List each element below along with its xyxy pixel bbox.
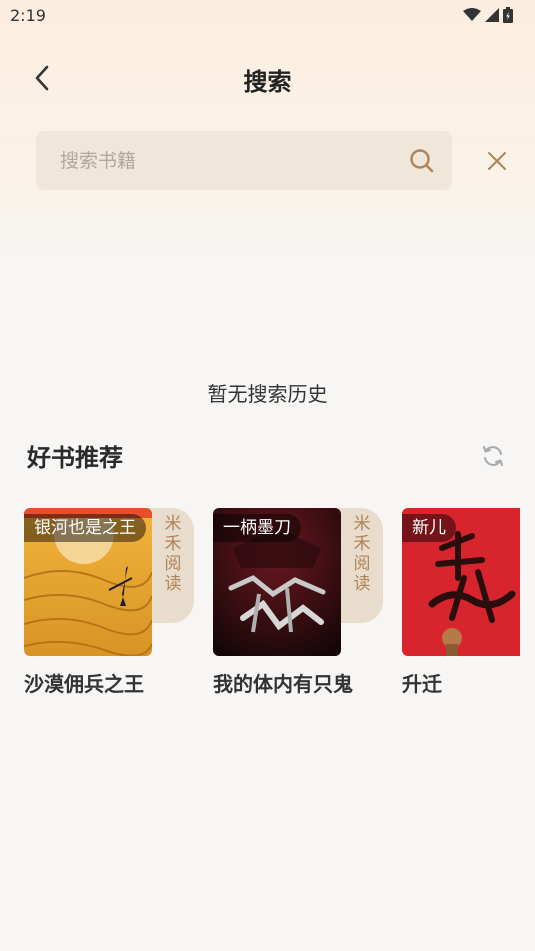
status-time: 2:19 xyxy=(10,5,46,25)
search-page: 2:19 搜索 搜索书籍 暂无搜索历史 好书推荐 米 禾 阅 读 银河也是之王 … xyxy=(0,0,535,951)
tag-char: 禾 xyxy=(353,534,371,554)
battery-icon xyxy=(503,7,513,23)
refresh-icon xyxy=(483,446,503,466)
status-bar: 2:19 xyxy=(0,0,535,30)
tag-char: 读 xyxy=(353,574,371,594)
book-author: 新儿 xyxy=(402,514,456,542)
tag-char: 读 xyxy=(164,574,182,594)
tag-char: 阅 xyxy=(164,554,182,574)
book-author: 一柄墨刀 xyxy=(213,514,301,542)
book-title: 沙漠佣兵之王 xyxy=(24,672,144,696)
search-icon[interactable] xyxy=(408,147,436,175)
tag-char: 米 xyxy=(164,514,182,534)
header: 搜索 xyxy=(0,50,535,106)
book-cover: 银河也是之王 xyxy=(24,508,152,656)
signal-icon xyxy=(485,8,499,22)
book-title: 升迁 xyxy=(402,672,442,696)
book-cover: 新儿 xyxy=(402,508,520,656)
status-icons xyxy=(463,7,513,23)
book-cover: 一柄墨刀 xyxy=(213,508,341,656)
search-input[interactable] xyxy=(60,149,408,172)
page-title: 搜索 xyxy=(243,68,292,96)
book-title: 我的体内有只鬼 xyxy=(213,672,353,696)
tag-char: 阅 xyxy=(353,554,371,574)
clear-search-button[interactable] xyxy=(484,148,510,174)
tag-char: 米 xyxy=(353,514,371,534)
recommend-book-list: 米 禾 阅 读 银河也是之王 沙漠佣兵之王 米 禾 阅 读 一柄墨刀 我的体内有… xyxy=(24,508,520,708)
tag-char: 禾 xyxy=(164,534,182,554)
empty-history-text: 暂无搜索历史 xyxy=(207,382,328,406)
refresh-button[interactable] xyxy=(480,443,506,469)
search-box xyxy=(36,131,452,190)
wifi-icon xyxy=(463,8,481,21)
book-author: 银河也是之王 xyxy=(24,514,146,542)
book-card[interactable]: 米 禾 阅 读 xyxy=(213,508,385,708)
close-icon xyxy=(488,152,506,170)
book-card[interactable]: 米 禾 阅 读 xyxy=(24,508,196,708)
book-card[interactable]: 新儿 升迁 xyxy=(402,508,520,708)
recommend-title: 好书推荐 xyxy=(27,444,123,472)
